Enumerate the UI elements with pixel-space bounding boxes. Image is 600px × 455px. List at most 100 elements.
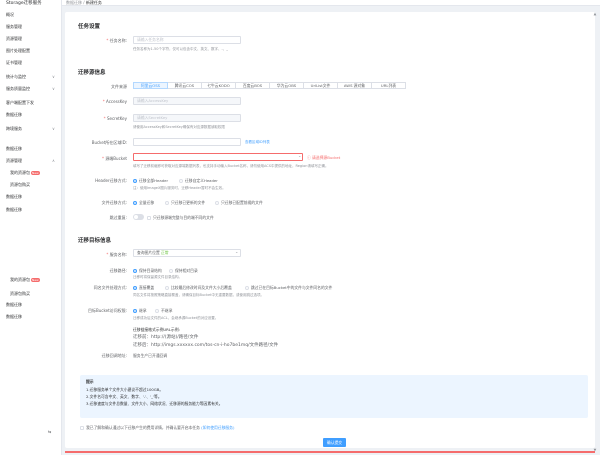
chevron-icon[interactable]: ∧ [52, 158, 55, 163]
sidebar-item[interactable]: 图片处理配置 [6, 48, 30, 54]
collapse-icon[interactable]: ⇆ [48, 429, 51, 434]
bucket-region-input[interactable] [133, 138, 241, 146]
vendor-tab[interactable]: 百度云BOS [236, 82, 270, 89]
chevron-down-icon[interactable]: ⌄ [298, 153, 301, 158]
sidebar-item[interactable]: 数据迁移 [6, 146, 22, 152]
same-name-label: 同名文件处理方式: [93, 285, 127, 290]
sidebar-item-label: 证书管理 [6, 60, 22, 65]
radio-unchecked-icon [165, 201, 169, 205]
breadcrumb-parent[interactable]: 数据迁移 [66, 0, 82, 5]
page-scrollbar[interactable]: ▲ ▼ [593, 12, 597, 452]
sidebar: Storage迁移服务 概况 服务管理 资源管理 图片处理配置 证书管理 统计与监控 ∨ 服务… [0, 0, 62, 455]
chevron-down-icon[interactable]: ⌄ [235, 249, 238, 254]
sidebar-item[interactable]: 我的资源包 New [10, 277, 40, 283]
sidebar-item-label: 概况 [6, 12, 14, 17]
sidebar-item[interactable]: 数据迁移 [6, 194, 22, 200]
radio-checked-icon [133, 201, 137, 205]
task-name-input[interactable]: 请输入任务名称 [133, 36, 241, 44]
sidebar-item[interactable]: 证书管理 [6, 60, 22, 66]
sidebar-item[interactable]: 数据迁移 [6, 302, 22, 308]
task-name-hint: 任务名称为1-50个字符，仅可以包含中文、英文、数字、-、_ [133, 47, 228, 51]
sidebar-item[interactable]: 资源管理 [6, 36, 22, 42]
same-compare-radio[interactable]: 比较最后修改时间及文件大小后覆盖 [165, 285, 232, 291]
section-source-title: 迁移源信息 [78, 70, 106, 76]
sidebar-item[interactable]: 我的资源包 New [10, 170, 40, 176]
checkbox-icon [147, 216, 151, 220]
agree-checkbox[interactable]: 我已了解和确认通过以下迁移产生的费用详情，并确认要开启本任务 (如何使用迁移服务… [80, 425, 234, 431]
vendor-tab[interactable]: 腾讯云COS [168, 82, 202, 89]
sidebar-item[interactable]: 客户端配置下发 [6, 100, 34, 106]
skip-label: 跳过重复: [109, 215, 127, 220]
migrate-mode-label: 文件迁移方式: [101, 200, 127, 205]
section-target-title: 迁移目标信息 [78, 238, 112, 244]
header-all-radio[interactable]: 迁移全部Header [133, 178, 168, 184]
bucket-select[interactable] [133, 153, 303, 161]
mode-prefix-radio[interactable]: 只迁移已配置前缀的文件 [215, 200, 263, 206]
vendor-tab[interactable]: 七牛云KODO [202, 82, 236, 89]
radio-checked-icon [133, 286, 137, 290]
url-example-title: 迁移链接格式示例URL示例: [133, 327, 180, 332]
header-custom-radio[interactable]: 迁移自定义Header [179, 178, 218, 184]
radio-checked-icon [133, 309, 137, 313]
vendor-tab[interactable]: URL列表 [372, 82, 406, 89]
vendor-tab[interactable]: AWS 源对象 [338, 82, 372, 89]
vendor-tab[interactable]: 阿里云OSS [133, 82, 168, 89]
sidebar-item[interactable]: 服务质量监控 [6, 86, 30, 92]
storage-keep-radio[interactable]: 保持目录结构 [133, 268, 162, 274]
sidebar-item-label: 数据迁移 [6, 112, 22, 117]
radio-unchecked-icon [155, 309, 159, 313]
sidebar-item[interactable]: 跨境服务 [6, 126, 22, 132]
radio-unchecked-icon [169, 269, 173, 273]
submit-button[interactable]: 确认提交 [323, 438, 346, 447]
mode-updated-radio[interactable]: 只迁移已更新的文件 [165, 200, 205, 206]
same-skip-radio[interactable]: 跳过已在目标Bucket中的文件与文件同名的文件 [245, 285, 332, 291]
sidebar-item-label: 我的资源包 [10, 277, 30, 282]
callback-value: 服务生产已开通回调 [133, 353, 168, 358]
bucket-region-link[interactable]: 查看区域ID列表 [245, 140, 270, 145]
sidebar-item-label: 跨境服务 [6, 126, 22, 131]
vendor-tab[interactable]: 华为云OBS [270, 82, 304, 89]
bucket-label: * 源端Bucket [102, 156, 127, 161]
mode-full-radio[interactable]: 全量迁移 [133, 200, 154, 206]
secretkey-input[interactable]: 请输入SecretKey [133, 114, 241, 122]
callback-label: 迁移回调地址: [101, 353, 127, 358]
chevron-icon[interactable]: ∨ [52, 86, 55, 91]
url-before: 迁移前：http://(源站)/路径/文件 [133, 335, 199, 340]
tip-line-2: 2.文件名可含中文、英文、数字、'-'、'_'等。 [86, 394, 162, 399]
sidebar-item[interactable]: 服务管理 [6, 24, 22, 30]
sidebar-item-label: 资源包购买 [10, 291, 30, 296]
vendor-label: 文件来源 [111, 84, 127, 89]
skip-checkbox[interactable]: 只迁移源端完整与目的端不同的文件 [147, 215, 214, 221]
breadcrumb-separator: / [83, 0, 85, 5]
same-overwrite-radio[interactable]: 直接覆盖 [133, 285, 154, 291]
acl-inherit-radio[interactable]: 继承 [133, 308, 147, 314]
breadcrumb-current: 新建任务 [85, 0, 102, 5]
sidebar-item[interactable]: 资源包购买 [10, 291, 30, 297]
acl-no-inherit-radio[interactable]: 不继承 [155, 308, 172, 314]
radio-unchecked-icon [165, 286, 169, 290]
chevron-icon[interactable]: ∨ [52, 74, 55, 79]
sidebar-item[interactable]: 统计与监控 [6, 74, 26, 80]
sidebar-item[interactable]: 概况 [6, 12, 14, 18]
checkbox-icon [80, 426, 84, 430]
agree-link[interactable]: (如何使用迁移服务) [201, 425, 234, 430]
sidebar-item[interactable]: 数据迁移 [6, 314, 22, 320]
key-hint: 请使用AccessKey和SecretKey确保有对应源数据读取权限 [133, 125, 225, 129]
service-select[interactable]: 查询图片位置 正常 [133, 249, 241, 257]
skip-toggle[interactable] [133, 214, 144, 220]
accesskey-input[interactable]: 请输入AccessKey [133, 97, 241, 105]
header-hint: 注：使用ImageX图片服务时，迁移Header暂时不会生效。 [133, 186, 226, 190]
sidebar-item[interactable]: 资源管理 [6, 158, 22, 164]
sidebar-item[interactable]: 资源包购买 [10, 182, 30, 188]
vendor-tab[interactable]: UrlList文件 [304, 82, 338, 89]
service-label: * 服务名称: [106, 252, 127, 257]
sidebar-item-label: 统计与监控 [6, 74, 26, 79]
sidebar-item[interactable]: 数据迁移 [6, 207, 22, 213]
sidebar-item-label: 数据迁移 [6, 302, 22, 307]
task-name-label: * 任务名称: [106, 38, 127, 43]
sidebar-item[interactable]: 数据迁移 [6, 112, 22, 118]
new-badge: New [31, 171, 40, 175]
chevron-icon[interactable]: ∨ [52, 126, 55, 131]
scroll-up-icon[interactable]: ▲ [593, 12, 597, 16]
storage-relative-radio[interactable]: 保持相对目录 [169, 268, 198, 274]
